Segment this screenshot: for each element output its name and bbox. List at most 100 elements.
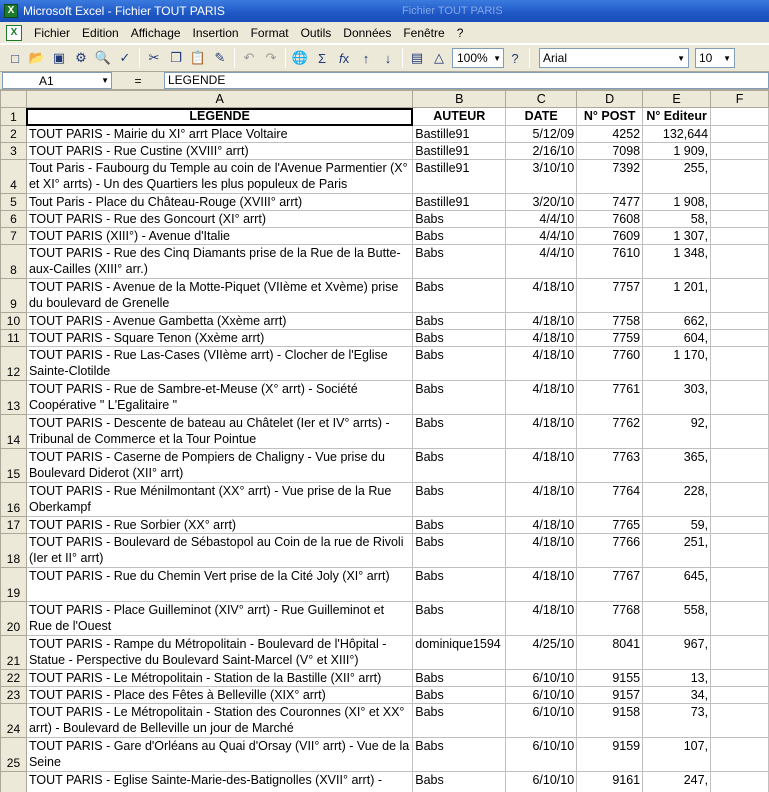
cell-auteur[interactable]: Babs xyxy=(412,533,507,568)
empty-cell[interactable] xyxy=(710,107,769,126)
cell-date[interactable]: 6/10/10 xyxy=(505,703,578,738)
cell-date[interactable]: 4/18/10 xyxy=(505,278,578,313)
cell-post[interactable]: 7609 xyxy=(576,227,644,245)
cell-editeur[interactable]: 365, xyxy=(642,448,712,483)
print-preview-icon[interactable]: 🔍 xyxy=(92,47,114,69)
cell-date[interactable]: 4/4/10 xyxy=(505,244,578,279)
empty-cell[interactable] xyxy=(710,193,769,211)
cell-legende[interactable]: TOUT PARIS - Rue Custine (XVIII° arrt) xyxy=(25,142,414,160)
empty-cell[interactable] xyxy=(710,414,769,449)
row-header[interactable]: 9 xyxy=(0,278,27,313)
save-icon[interactable]: ▣ xyxy=(48,47,70,69)
cell-post[interactable]: 7761 xyxy=(576,380,644,415)
cell-date[interactable]: 4/18/10 xyxy=(505,414,578,449)
cell-post[interactable]: 7758 xyxy=(576,312,644,330)
cell-post[interactable]: 7757 xyxy=(576,278,644,313)
hyperlink-icon[interactable]: 🌐 xyxy=(289,47,311,69)
drawing-icon[interactable]: △ xyxy=(428,47,450,69)
row-header[interactable]: 23 xyxy=(0,686,27,704)
cell-auteur[interactable]: Bastille91 xyxy=(412,193,507,211)
row-header[interactable]: 22 xyxy=(0,669,27,687)
row-header[interactable]: 25 xyxy=(0,737,27,772)
cell-post[interactable]: 7766 xyxy=(576,533,644,568)
cell-legende[interactable]: TOUT PARIS - Rue du Chemin Vert prise de… xyxy=(25,567,414,602)
cell-editeur[interactable]: 92, xyxy=(642,414,712,449)
empty-cell[interactable] xyxy=(710,329,769,347)
cell-post[interactable]: 7608 xyxy=(576,210,644,228)
cell-date[interactable]: 4/18/10 xyxy=(505,601,578,636)
cell-post[interactable]: 9157 xyxy=(576,686,644,704)
cell-editeur[interactable]: 255, xyxy=(642,159,712,194)
cell-date[interactable]: 4/4/10 xyxy=(505,210,578,228)
cell-editeur[interactable]: 13, xyxy=(642,669,712,687)
cell-auteur[interactable]: Babs xyxy=(412,380,507,415)
cell-legende[interactable]: TOUT PARIS - Rue de Sambre-et-Meuse (X° … xyxy=(25,380,414,415)
redo-icon[interactable]: ↷ xyxy=(260,47,282,69)
header-cell-auteur[interactable]: AUTEUR xyxy=(412,107,507,126)
cell-date[interactable]: 3/20/10 xyxy=(505,193,578,211)
column-header-e[interactable]: E xyxy=(642,90,712,108)
menu-fichier[interactable]: Fichier xyxy=(28,24,76,42)
cell-post[interactable]: 4252 xyxy=(576,125,644,143)
row-header[interactable]: 16 xyxy=(0,482,27,517)
cell-editeur[interactable]: 604, xyxy=(642,329,712,347)
cell-auteur[interactable]: Babs xyxy=(412,448,507,483)
cell-date[interactable]: 4/18/10 xyxy=(505,567,578,602)
copy-icon[interactable]: ❐ xyxy=(165,47,187,69)
paste-icon[interactable]: 📋 xyxy=(187,47,209,69)
cell-auteur[interactable]: Babs xyxy=(412,210,507,228)
empty-cell[interactable] xyxy=(710,567,769,602)
cell-post[interactable]: 7759 xyxy=(576,329,644,347)
cell-editeur[interactable]: 132,644 xyxy=(642,125,712,143)
chevron-down-icon[interactable]: ▼ xyxy=(101,76,109,85)
empty-cell[interactable] xyxy=(710,601,769,636)
cell-legende[interactable]: TOUT PARIS - Descente de bateau au Châte… xyxy=(25,414,414,449)
empty-cell[interactable] xyxy=(710,686,769,704)
column-header-f[interactable]: F xyxy=(710,90,769,108)
cell-post[interactable]: 7392 xyxy=(576,159,644,194)
cell-legende[interactable]: Tout Paris - Faubourg du Temple au coin … xyxy=(25,159,414,194)
cell-post[interactable]: 7763 xyxy=(576,448,644,483)
menu-fenetre[interactable]: Fenêtre xyxy=(397,24,450,42)
cell-auteur[interactable]: Babs xyxy=(412,686,507,704)
column-header-d[interactable]: D xyxy=(576,90,644,108)
cell-legende[interactable]: TOUT PARIS - Mairie du XI° arrt Place Vo… xyxy=(25,125,414,143)
cell-date[interactable]: 2/16/10 xyxy=(505,142,578,160)
cell-date[interactable]: 4/4/10 xyxy=(505,227,578,245)
formula-input[interactable]: LEGENDE xyxy=(164,72,769,89)
empty-cell[interactable] xyxy=(710,346,769,381)
cell-post[interactable]: 7767 xyxy=(576,567,644,602)
new-file-icon[interactable]: □ xyxy=(4,47,26,69)
cell-legende[interactable]: TOUT PARIS - Caserne de Pompiers de Chal… xyxy=(25,448,414,483)
menu-affichage[interactable]: Affichage xyxy=(125,24,187,42)
empty-cell[interactable] xyxy=(710,227,769,245)
cell-editeur[interactable]: 645, xyxy=(642,567,712,602)
empty-cell[interactable] xyxy=(710,159,769,194)
spelling-icon[interactable]: ✓ xyxy=(114,47,136,69)
row-header[interactable]: 19 xyxy=(0,567,27,602)
cell-date[interactable]: 4/18/10 xyxy=(505,533,578,568)
cell-post[interactable]: 7610 xyxy=(576,244,644,279)
cell-date[interactable]: 4/18/10 xyxy=(505,312,578,330)
cell-date[interactable]: 5/12/09 xyxy=(505,125,578,143)
column-header-a[interactable]: A xyxy=(25,90,414,108)
row-header[interactable]: 8 xyxy=(0,244,27,279)
cell-date[interactable]: 6/10/10 xyxy=(505,686,578,704)
row-header[interactable]: 13 xyxy=(0,380,27,415)
cell-editeur[interactable]: 73, xyxy=(642,703,712,738)
cell-post[interactable]: 8041 xyxy=(576,635,644,670)
select-all-corner[interactable] xyxy=(0,90,27,108)
row-header[interactable]: 14 xyxy=(0,414,27,449)
cell-legende[interactable]: TOUT PARIS - Square Tenon (Xxème arrt) xyxy=(25,329,414,347)
row-header[interactable]: 10 xyxy=(0,312,27,330)
cell-editeur[interactable]: 1 909, xyxy=(642,142,712,160)
cell-date[interactable]: 3/10/10 xyxy=(505,159,578,194)
cut-icon[interactable]: ✂ xyxy=(143,47,165,69)
cell-editeur[interactable]: 59, xyxy=(642,516,712,534)
row-header[interactable]: 17 xyxy=(0,516,27,534)
menu-donnees[interactable]: Données xyxy=(337,24,397,42)
cell-legende[interactable]: TOUT PARIS - Gare d'Orléans au Quai d'Or… xyxy=(25,737,414,772)
header-cell-editeur[interactable]: N° Editeur xyxy=(642,107,712,126)
cell-auteur[interactable]: Babs xyxy=(412,278,507,313)
empty-cell[interactable] xyxy=(710,737,769,772)
